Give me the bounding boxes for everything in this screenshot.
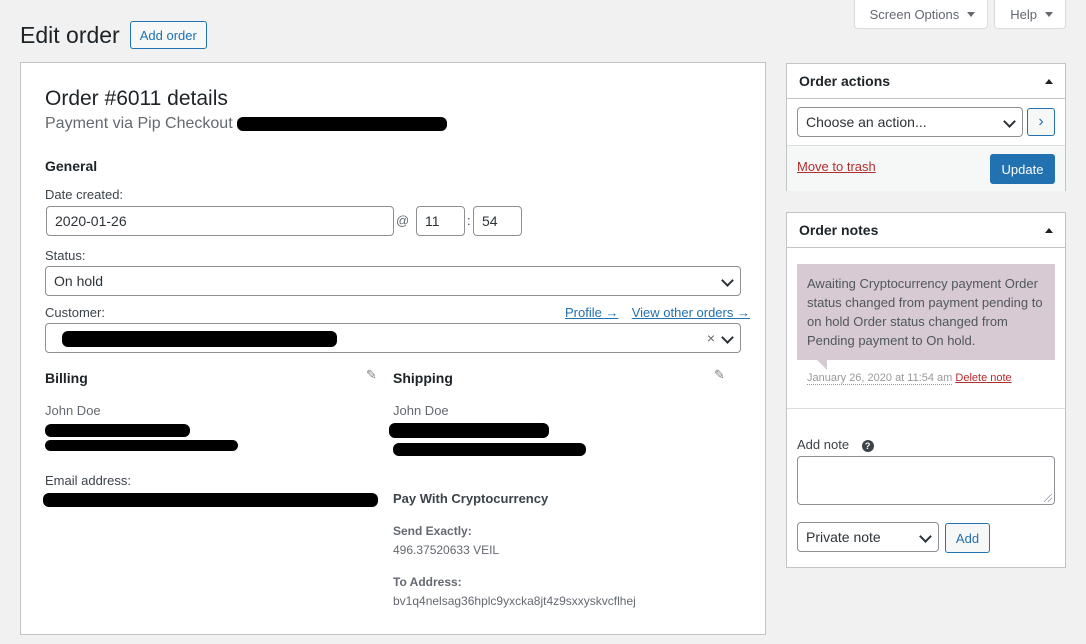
order-notes-panel: Order notes Awaiting Cryptocurrency paym… [786, 212, 1066, 568]
caret-up-icon[interactable] [1045, 78, 1053, 84]
status-select[interactable]: On hold [45, 266, 741, 296]
send-exactly-label: Send Exactly: [393, 524, 472, 538]
shipping-heading: Shipping [393, 370, 453, 386]
redacted-shipping-address-2 [393, 443, 586, 456]
billing-name: John Doe [45, 403, 101, 418]
date-created-label: Date created: [45, 187, 124, 202]
to-address-value: bv1q4nelsag36hplc9yxcka8jt4z9sxxyskvcflh… [393, 594, 636, 608]
caret-up-icon[interactable] [1045, 227, 1053, 233]
time-separator: : [467, 213, 471, 228]
caret-down-icon [967, 11, 976, 17]
screen-options-tab[interactable]: Screen Options [853, 0, 989, 29]
note-meta: January 26, 2020 at 11:54 am Delete note [807, 372, 1012, 385]
chevron-down-icon [1003, 115, 1016, 128]
notes-divider [787, 408, 1065, 409]
caret-down-icon [1045, 11, 1053, 17]
hour-input[interactable]: 11 [416, 206, 465, 236]
move-to-trash-link[interactable]: Move to trash [797, 159, 876, 174]
crypto-heading: Pay With Cryptocurrency [393, 491, 549, 506]
redacted-transaction [236, 117, 447, 131]
note-text: Awaiting Cryptocurrency payment Order st… [807, 276, 1043, 348]
minute-input[interactable]: 54 [473, 206, 522, 236]
order-title: Order #6011 details [45, 87, 228, 110]
page-title: Edit order [20, 21, 120, 48]
order-actions-footer: Move to trash Update [787, 145, 1065, 191]
order-action-select[interactable]: Choose an action... [797, 107, 1023, 137]
customer-label: Customer: [45, 305, 105, 320]
add-note-textarea[interactable] [797, 456, 1055, 505]
add-note-button[interactable]: Add [945, 523, 990, 553]
redacted-shipping-address-1 [389, 423, 549, 438]
screen-meta-links: Screen Options Help [853, 0, 1066, 29]
payment-via-text: Payment via Pip Checkout [45, 115, 447, 133]
note-type-select[interactable]: Private note [797, 522, 939, 552]
order-actions-title: Order actions [799, 73, 891, 89]
hour-value: 11 [425, 213, 440, 229]
billing-heading: Billing [45, 370, 88, 386]
order-data-panel: Order #6011 details Payment via Pip Chec… [20, 62, 766, 635]
note-tail [817, 360, 827, 370]
add-order-button[interactable]: Add order [129, 21, 207, 49]
to-address-label: To Address: [393, 575, 462, 589]
shipping-name: John Doe [393, 403, 449, 418]
order-action-value: Choose an action... [806, 114, 927, 130]
add-note-label-row: Add note ? [797, 437, 874, 452]
view-other-orders-link[interactable]: View other orders → [632, 305, 750, 320]
screen-options-label: Screen Options [869, 6, 960, 22]
redacted-customer [62, 331, 337, 347]
customer-links: Profile → View other orders → [565, 305, 750, 320]
minute-value: 54 [482, 213, 498, 229]
payment-via-label: Payment via Pip Checkout [45, 115, 233, 132]
email-address-label: Email address: [45, 473, 131, 488]
redacted-email [43, 493, 378, 507]
apply-action-button[interactable]: › [1027, 108, 1055, 136]
note-type-value: Private note [806, 529, 881, 545]
redacted-billing-address-2 [45, 440, 238, 451]
redacted-billing-address-1 [45, 424, 190, 437]
page-header: Edit order Add order [20, 21, 207, 49]
order-actions-header[interactable]: Order actions [787, 64, 1065, 99]
date-created-input[interactable]: 2020-01-26 [46, 206, 394, 236]
chevron-down-icon [721, 274, 734, 287]
help-icon[interactable]: ? [861, 439, 874, 452]
status-label: Status: [45, 248, 86, 263]
general-heading: General [45, 158, 98, 174]
add-note-label: Add note [797, 437, 850, 452]
order-notes-title: Order notes [799, 222, 879, 238]
status-value: On hold [54, 273, 104, 289]
update-button[interactable]: Update [990, 154, 1055, 184]
date-value: 2020-01-26 [55, 213, 127, 229]
resize-grip-icon[interactable] [1044, 494, 1052, 502]
delete-note-link[interactable]: Delete note [955, 372, 1011, 384]
note-date: January 26, 2020 at 11:54 am [807, 372, 953, 385]
chevron-down-icon [919, 530, 932, 543]
order-notes-header[interactable]: Order notes [787, 213, 1065, 248]
customer-select[interactable]: × [45, 323, 741, 353]
edit-shipping-pencil-icon[interactable]: ✎ [714, 367, 725, 383]
send-exactly-value: 496.37520633 VEIL [393, 543, 500, 557]
help-tab[interactable]: Help [994, 0, 1066, 29]
order-note: Awaiting Cryptocurrency payment Order st… [797, 264, 1055, 360]
profile-link[interactable]: Profile → [565, 305, 618, 320]
edit-billing-pencil-icon[interactable]: ✎ [366, 367, 377, 383]
order-actions-panel: Order actions Choose an action... › Move… [786, 63, 1066, 191]
clear-icon[interactable]: × [707, 330, 715, 346]
help-label: Help [1010, 6, 1037, 22]
at-symbol: @ [396, 213, 410, 228]
chevron-down-icon [721, 331, 734, 344]
